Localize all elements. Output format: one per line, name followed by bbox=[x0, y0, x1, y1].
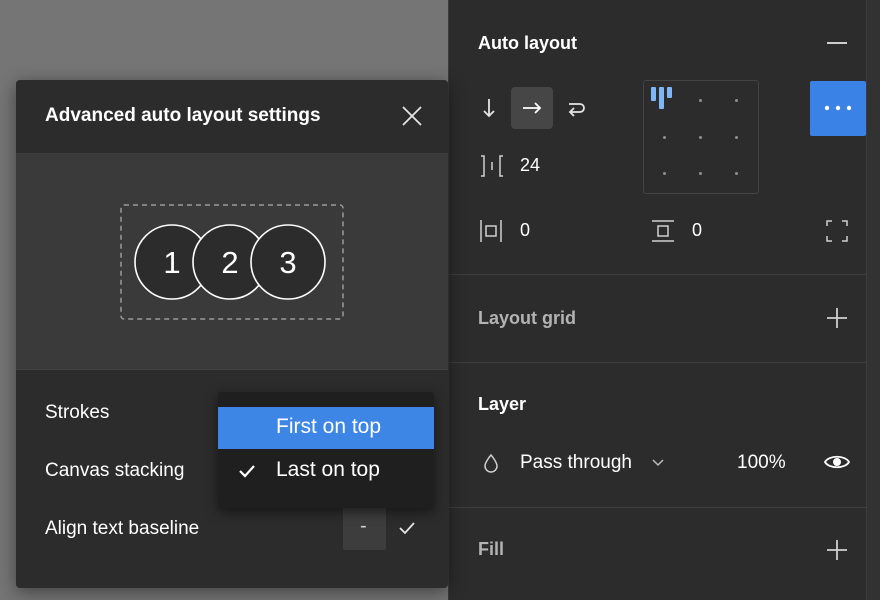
section-divider bbox=[449, 362, 867, 363]
align-dot[interactable] bbox=[699, 136, 702, 139]
vertical-padding-value[interactable]: 0 bbox=[692, 220, 702, 241]
align-dot[interactable] bbox=[735, 99, 738, 102]
vertical-padding-icon[interactable] bbox=[651, 219, 675, 243]
direction-horizontal-button[interactable] bbox=[511, 87, 553, 129]
modal-title: Advanced auto layout settings bbox=[45, 105, 321, 126]
chevron-down-icon[interactable] bbox=[652, 459, 664, 467]
align-dot[interactable] bbox=[663, 136, 666, 139]
horizontal-padding-icon[interactable] bbox=[479, 219, 503, 243]
add-fill-icon[interactable] bbox=[826, 539, 848, 561]
align-bar-3 bbox=[667, 87, 672, 98]
alignment-grid[interactable] bbox=[643, 80, 759, 194]
dropdown-option-first-on-top[interactable]: First on top bbox=[218, 407, 434, 449]
minus-icon[interactable] bbox=[826, 36, 848, 50]
stacking-preview: 1 2 3 bbox=[16, 154, 448, 370]
checkmark-icon bbox=[239, 465, 255, 478]
dropdown-option-last-on-top[interactable]: Last on top bbox=[218, 450, 434, 492]
dropdown-option-label: First on top bbox=[276, 415, 382, 438]
section-divider bbox=[449, 274, 867, 275]
spacing-between-icon[interactable] bbox=[479, 154, 505, 178]
align-dot[interactable] bbox=[735, 172, 738, 175]
baseline-off-symbol: - bbox=[360, 515, 367, 537]
horizontal-padding-value[interactable]: 0 bbox=[520, 220, 530, 241]
layout-grid-title: Layout grid bbox=[478, 308, 576, 328]
more-dots-icon bbox=[824, 105, 852, 111]
direction-vertical-button[interactable] bbox=[468, 87, 510, 129]
align-bar-2 bbox=[659, 87, 664, 109]
eye-icon[interactable] bbox=[824, 452, 850, 472]
preview-item-2: 2 bbox=[221, 245, 238, 280]
modal-header: Advanced auto layout settings bbox=[16, 80, 448, 154]
close-icon[interactable] bbox=[401, 105, 423, 127]
align-text-baseline-label: Align text baseline bbox=[45, 518, 200, 539]
blend-mode-select[interactable]: Pass through bbox=[520, 452, 632, 474]
layer-opacity-value[interactable]: 100% bbox=[737, 452, 786, 474]
align-dot[interactable] bbox=[663, 172, 666, 175]
preview-item-3: 3 bbox=[279, 245, 296, 280]
align-dot[interactable] bbox=[735, 136, 738, 139]
preview-item-1: 1 bbox=[163, 245, 180, 280]
align-dot[interactable] bbox=[699, 172, 702, 175]
wrap-icon bbox=[568, 103, 585, 117]
auto-layout-title: Auto layout bbox=[478, 33, 577, 53]
strokes-label: Strokes bbox=[45, 402, 110, 423]
arrow-right-icon bbox=[523, 102, 542, 114]
section-divider bbox=[449, 507, 867, 508]
more-options-button[interactable] bbox=[810, 81, 866, 136]
direction-wrap-button[interactable] bbox=[555, 87, 597, 129]
baseline-on-check-icon[interactable] bbox=[398, 521, 416, 535]
panel-scrollbar[interactable] bbox=[866, 0, 880, 600]
align-dot[interactable] bbox=[699, 99, 702, 102]
blend-drop-icon bbox=[484, 453, 498, 473]
align-bar-1 bbox=[651, 87, 656, 101]
properties-panel: Auto layout 24 0 0 Layout grid Layer Pas… bbox=[448, 0, 867, 600]
fill-title: Fill bbox=[478, 539, 504, 559]
canvas-stacking-dropdown: First on top Last on top bbox=[218, 392, 434, 508]
spacing-value[interactable]: 24 bbox=[520, 155, 540, 176]
stacking-preview-illustration: 1 2 3 bbox=[120, 204, 344, 320]
baseline-off-toggle[interactable]: - bbox=[343, 506, 386, 550]
add-layout-grid-icon[interactable] bbox=[826, 307, 848, 329]
individual-padding-icon[interactable] bbox=[825, 219, 849, 243]
dropdown-option-label: Last on top bbox=[276, 458, 380, 481]
advanced-auto-layout-modal: Advanced auto layout settings 1 2 3 Stro… bbox=[16, 80, 448, 588]
arrow-down-icon bbox=[483, 99, 495, 118]
canvas-stacking-label: Canvas stacking bbox=[45, 460, 185, 481]
layer-title: Layer bbox=[478, 394, 527, 414]
